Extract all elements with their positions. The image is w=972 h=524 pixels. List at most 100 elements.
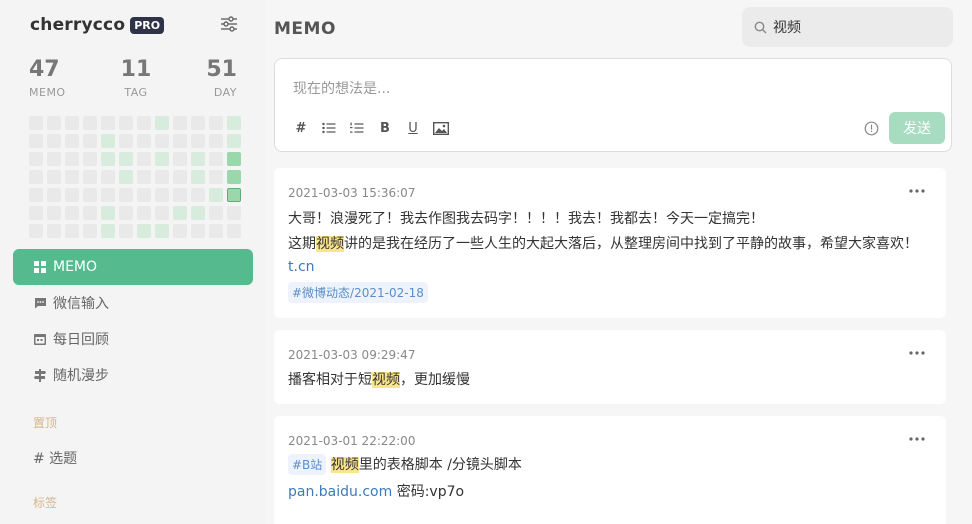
heatmap-cell[interactable] bbox=[227, 170, 241, 184]
memo-tag[interactable]: #微博动态/2021-02-18 bbox=[288, 282, 428, 303]
heatmap-cell[interactable] bbox=[227, 188, 241, 202]
heatmap-cell[interactable] bbox=[173, 170, 187, 184]
heatmap-cell[interactable] bbox=[173, 188, 187, 202]
bold-icon[interactable]: B bbox=[377, 120, 393, 136]
heatmap-cell[interactable] bbox=[209, 224, 223, 238]
heatmap-cell[interactable] bbox=[65, 134, 79, 148]
heatmap-cell[interactable] bbox=[191, 170, 205, 184]
heatmap-cell[interactable] bbox=[29, 134, 43, 148]
heatmap-cell[interactable] bbox=[29, 188, 43, 202]
memo-link[interactable]: t.cn bbox=[288, 259, 315, 275]
heatmap-cell[interactable] bbox=[191, 224, 205, 238]
heatmap-cell[interactable] bbox=[155, 206, 169, 220]
heatmap-cell[interactable] bbox=[155, 224, 169, 238]
hashtag-icon[interactable]: # bbox=[293, 120, 309, 136]
heatmap-cell[interactable] bbox=[173, 134, 187, 148]
heatmap-cell[interactable] bbox=[83, 224, 97, 238]
settings-sliders-icon[interactable] bbox=[220, 15, 238, 33]
heatmap-cell[interactable] bbox=[155, 134, 169, 148]
heatmap-cell[interactable] bbox=[209, 188, 223, 202]
heatmap-cell[interactable] bbox=[47, 188, 61, 202]
underline-icon[interactable]: U bbox=[405, 120, 421, 136]
heatmap-cell[interactable] bbox=[155, 116, 169, 130]
heatmap-cell[interactable] bbox=[227, 152, 241, 166]
heatmap-cell[interactable] bbox=[209, 134, 223, 148]
heatmap-cell[interactable] bbox=[137, 134, 151, 148]
heatmap-cell[interactable] bbox=[137, 224, 151, 238]
numbered-list-icon[interactable] bbox=[349, 120, 365, 136]
heatmap-cell[interactable] bbox=[47, 206, 61, 220]
heatmap-cell[interactable] bbox=[137, 206, 151, 220]
heatmap-cell[interactable] bbox=[209, 170, 223, 184]
heatmap-cell[interactable] bbox=[227, 206, 241, 220]
heatmap-cell[interactable] bbox=[119, 116, 133, 130]
more-options-icon[interactable] bbox=[908, 436, 926, 442]
sidebar-item-daily-review[interactable]: 每日回顾 bbox=[13, 321, 253, 357]
heatmap-cell[interactable] bbox=[137, 170, 151, 184]
heatmap-cell[interactable] bbox=[209, 152, 223, 166]
heatmap-cell[interactable] bbox=[119, 170, 133, 184]
heatmap-cell[interactable] bbox=[155, 188, 169, 202]
heatmap-cell[interactable] bbox=[29, 116, 43, 130]
heatmap-cell[interactable] bbox=[137, 116, 151, 130]
heatmap-cell[interactable] bbox=[65, 170, 79, 184]
memo-tag[interactable]: #B站 bbox=[288, 454, 327, 475]
heatmap-cell[interactable] bbox=[65, 188, 79, 202]
heatmap-cell[interactable] bbox=[119, 152, 133, 166]
heatmap-cell[interactable] bbox=[101, 170, 115, 184]
memo-input[interactable] bbox=[293, 81, 793, 97]
send-button[interactable]: 发送 bbox=[889, 112, 945, 144]
heatmap-cell[interactable] bbox=[101, 188, 115, 202]
heatmap-cell[interactable] bbox=[119, 224, 133, 238]
heatmap-cell[interactable] bbox=[65, 152, 79, 166]
image-icon[interactable] bbox=[433, 120, 449, 136]
heatmap-cell[interactable] bbox=[83, 170, 97, 184]
heatmap-cell[interactable] bbox=[209, 116, 223, 130]
heatmap-cell[interactable] bbox=[101, 116, 115, 130]
heatmap-cell[interactable] bbox=[155, 152, 169, 166]
heatmap-cell[interactable] bbox=[29, 170, 43, 184]
heatmap-cell[interactable] bbox=[173, 206, 187, 220]
heatmap-cell[interactable] bbox=[173, 152, 187, 166]
heatmap-cell[interactable] bbox=[227, 116, 241, 130]
heatmap-cell[interactable] bbox=[29, 206, 43, 220]
info-icon[interactable] bbox=[864, 121, 879, 136]
heatmap-cell[interactable] bbox=[29, 224, 43, 238]
heatmap-cell[interactable] bbox=[227, 134, 241, 148]
heatmap-cell[interactable] bbox=[191, 206, 205, 220]
heatmap-cell[interactable] bbox=[209, 206, 223, 220]
heatmap-cell[interactable] bbox=[101, 224, 115, 238]
more-options-icon[interactable] bbox=[908, 350, 926, 356]
heatmap-cell[interactable] bbox=[47, 152, 61, 166]
heatmap-cell[interactable] bbox=[155, 170, 169, 184]
sidebar-item-memo[interactable]: MEMO bbox=[13, 249, 253, 285]
heatmap-cell[interactable] bbox=[137, 188, 151, 202]
heatmap-cell[interactable] bbox=[173, 116, 187, 130]
bullet-list-icon[interactable] bbox=[321, 120, 337, 136]
heatmap-cell[interactable] bbox=[227, 224, 241, 238]
heatmap-cell[interactable] bbox=[191, 152, 205, 166]
heatmap-cell[interactable] bbox=[29, 152, 43, 166]
heatmap-cell[interactable] bbox=[65, 206, 79, 220]
heatmap-cell[interactable] bbox=[191, 116, 205, 130]
heatmap-cell[interactable] bbox=[65, 116, 79, 130]
heatmap-cell[interactable] bbox=[101, 152, 115, 166]
heatmap-cell[interactable] bbox=[83, 206, 97, 220]
more-options-icon[interactable] bbox=[908, 188, 926, 194]
pinned-item-topics[interactable]: # 选题 bbox=[33, 448, 77, 468]
heatmap-cell[interactable] bbox=[119, 188, 133, 202]
heatmap-cell[interactable] bbox=[101, 206, 115, 220]
heatmap-cell[interactable] bbox=[191, 134, 205, 148]
heatmap-cell[interactable] bbox=[101, 134, 115, 148]
heatmap-cell[interactable] bbox=[83, 134, 97, 148]
search-box[interactable] bbox=[742, 7, 953, 47]
heatmap-cell[interactable] bbox=[137, 152, 151, 166]
heatmap-cell[interactable] bbox=[47, 170, 61, 184]
heatmap-cell[interactable] bbox=[47, 134, 61, 148]
heatmap-cell[interactable] bbox=[83, 152, 97, 166]
heatmap-cell[interactable] bbox=[191, 188, 205, 202]
heatmap-cell[interactable] bbox=[173, 224, 187, 238]
heatmap-cell[interactable] bbox=[83, 116, 97, 130]
sidebar-item-wechat[interactable]: 微信输入 bbox=[13, 285, 253, 321]
sidebar-item-random-walk[interactable]: 随机漫步 bbox=[13, 357, 253, 393]
